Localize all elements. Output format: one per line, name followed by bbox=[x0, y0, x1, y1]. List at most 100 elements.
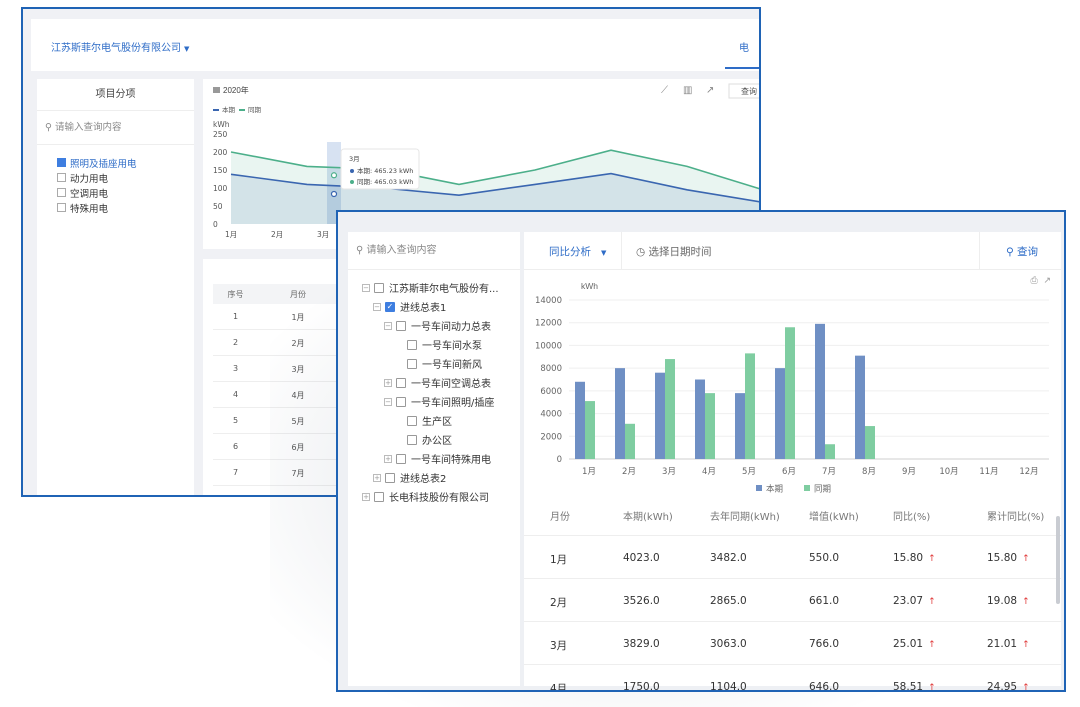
search-input[interactable]: ⚲ 请输入查询内容 bbox=[37, 111, 194, 145]
bar[interactable] bbox=[735, 393, 745, 459]
tree-node[interactable]: − 一号车间动力总表 bbox=[384, 317, 491, 334]
bar[interactable] bbox=[695, 379, 705, 460]
bar[interactable] bbox=[865, 426, 875, 459]
expand-toggle-icon[interactable]: − bbox=[384, 397, 392, 406]
y-tick-label: 0 bbox=[557, 455, 562, 465]
bar[interactable] bbox=[745, 353, 755, 459]
bar[interactable] bbox=[655, 372, 665, 459]
cell-value: 2865.0 bbox=[710, 595, 747, 607]
tree-leaf-spacer bbox=[395, 436, 403, 444]
scrollbar[interactable] bbox=[1056, 516, 1060, 604]
tree-node[interactable]: 一号车间水泵 bbox=[395, 336, 482, 353]
bar[interactable] bbox=[575, 381, 585, 459]
legend-label[interactable]: 本期 bbox=[222, 105, 236, 114]
checkbox[interactable]: ✓ bbox=[385, 301, 395, 312]
tree-node[interactable]: + 一号车间空调总表 bbox=[384, 374, 491, 391]
query-button[interactable]: ⚲ 查询 bbox=[1006, 244, 1038, 259]
expand-toggle-icon[interactable]: + bbox=[373, 473, 381, 482]
bar[interactable] bbox=[585, 401, 595, 459]
tree-node[interactable]: 特殊用电 bbox=[57, 200, 194, 215]
arrow-up-icon: ↑ bbox=[928, 640, 936, 650]
expand-toggle-icon[interactable]: + bbox=[384, 378, 392, 387]
calendar-icon bbox=[213, 87, 220, 93]
grid bbox=[569, 299, 1049, 460]
company-selector[interactable]: 江苏斯菲尔电气股份有限公司 ▼ bbox=[51, 39, 189, 54]
column-header[interactable]: 月份 bbox=[550, 508, 570, 523]
table-row[interactable]: 1月 4023.0 3482.0 550.0 15.80 ↑ 15.80 ↑ bbox=[524, 536, 1061, 579]
y-tick-label: 12000 bbox=[535, 319, 562, 329]
expand-toggle-icon[interactable]: − bbox=[373, 302, 381, 311]
expand-toggle-icon[interactable]: + bbox=[384, 454, 392, 463]
column-header[interactable]: 增值(kWh) bbox=[809, 508, 859, 523]
checkbox[interactable] bbox=[407, 339, 417, 350]
checkbox[interactable] bbox=[396, 453, 406, 464]
bar[interactable] bbox=[705, 393, 715, 459]
legend-label[interactable]: 同期 bbox=[814, 485, 831, 495]
analysis-mode-select[interactable]: 同比分析 ▼ bbox=[549, 244, 606, 259]
checkbox[interactable] bbox=[396, 396, 406, 407]
tree-node[interactable]: + 长电科技股份有限公司 bbox=[362, 488, 489, 505]
checkbox[interactable] bbox=[57, 158, 66, 167]
column-header[interactable]: 本期(kWh) bbox=[623, 508, 673, 523]
bar[interactable] bbox=[775, 368, 785, 459]
tree-node[interactable]: 照明及插座用电 bbox=[57, 155, 194, 170]
bar[interactable] bbox=[855, 355, 865, 459]
search-input[interactable]: ⚲ 请输入查询内容 bbox=[348, 232, 520, 270]
tree-node[interactable]: − 一号车间照明/插座 bbox=[384, 393, 494, 410]
bar[interactable] bbox=[825, 444, 835, 459]
table-row[interactable]: 4月 1750.0 1104.0 646.0 58.51 ↑ 24.95 ↑ bbox=[524, 665, 1061, 690]
tree-node[interactable]: 生产区 bbox=[395, 412, 452, 429]
x-tick-label: 1月 bbox=[582, 467, 596, 477]
export-icon[interactable]: ↗ bbox=[706, 85, 714, 96]
checkbox[interactable] bbox=[396, 320, 406, 331]
x-tick-label: 10月 bbox=[939, 467, 958, 477]
tree-node[interactable]: + 一号车间特殊用电 bbox=[384, 450, 491, 467]
expand-toggle-icon[interactable]: + bbox=[362, 492, 370, 501]
x-tick-label: 7月 bbox=[822, 467, 836, 477]
tree-node[interactable]: + 进线总表2 bbox=[373, 469, 446, 486]
year-label[interactable]: 2020年 bbox=[223, 85, 249, 95]
bar[interactable] bbox=[785, 327, 795, 459]
checkbox[interactable] bbox=[407, 358, 417, 369]
checkbox[interactable] bbox=[407, 434, 417, 445]
bar[interactable] bbox=[815, 323, 825, 459]
tree-node[interactable]: − ✓ 进线总表1 bbox=[373, 298, 446, 315]
bar[interactable] bbox=[615, 368, 625, 459]
table-row[interactable]: 2月 3526.0 2865.0 661.0 23.07 ↑ 19.08 ↑ bbox=[524, 579, 1061, 622]
table-cell: 766.0 bbox=[809, 638, 839, 650]
checkbox[interactable] bbox=[57, 173, 66, 182]
legend-label[interactable]: 本期 bbox=[766, 484, 783, 495]
checkbox[interactable] bbox=[57, 203, 66, 212]
bar-chart-icon[interactable]: ▥ bbox=[683, 85, 692, 96]
legend-label[interactable]: 同期 bbox=[248, 106, 262, 114]
tree-node[interactable]: 一号车间新风 bbox=[395, 355, 482, 372]
column-header[interactable]: 累计同比(%) bbox=[987, 508, 1044, 523]
checkbox[interactable] bbox=[396, 377, 406, 388]
tree-leaf-spacer bbox=[395, 360, 403, 368]
expand-toggle-icon[interactable]: − bbox=[384, 321, 392, 330]
y-unit-label: kWh bbox=[581, 281, 598, 291]
checkbox[interactable] bbox=[407, 415, 417, 426]
tree-node[interactable]: 空调用电 bbox=[57, 185, 194, 200]
column-header[interactable]: 同比(%) bbox=[893, 508, 930, 523]
date-picker[interactable]: ◷ 选择日期时间 bbox=[636, 244, 712, 259]
checkbox[interactable] bbox=[374, 282, 384, 293]
arrow-up-icon: ↑ bbox=[1022, 640, 1030, 650]
legend-swatch bbox=[239, 109, 245, 111]
query-label: 查询 bbox=[1017, 246, 1039, 258]
tree-node[interactable]: 动力用电 bbox=[57, 170, 194, 185]
tree-node[interactable]: 办公区 bbox=[395, 431, 452, 448]
checkbox[interactable] bbox=[374, 491, 384, 502]
table-cell: 23.07 ↑ bbox=[893, 595, 936, 607]
tree-node[interactable]: − 江苏斯菲尔电气股份有... bbox=[362, 279, 499, 296]
bar[interactable] bbox=[665, 359, 675, 459]
line-chart-icon[interactable]: ⟋ bbox=[661, 85, 668, 96]
table-row[interactable]: 3月 3829.0 3063.0 766.0 25.01 ↑ 21.01 ↑ bbox=[524, 622, 1061, 665]
x-tick-label: 4月 bbox=[702, 467, 716, 477]
checkbox[interactable] bbox=[57, 188, 66, 197]
column-header[interactable]: 去年同期(kWh) bbox=[710, 508, 780, 523]
bar[interactable] bbox=[625, 423, 635, 459]
tab-electric[interactable]: 电 bbox=[739, 39, 749, 54]
checkbox[interactable] bbox=[385, 472, 395, 483]
expand-toggle-icon[interactable]: − bbox=[362, 283, 370, 292]
